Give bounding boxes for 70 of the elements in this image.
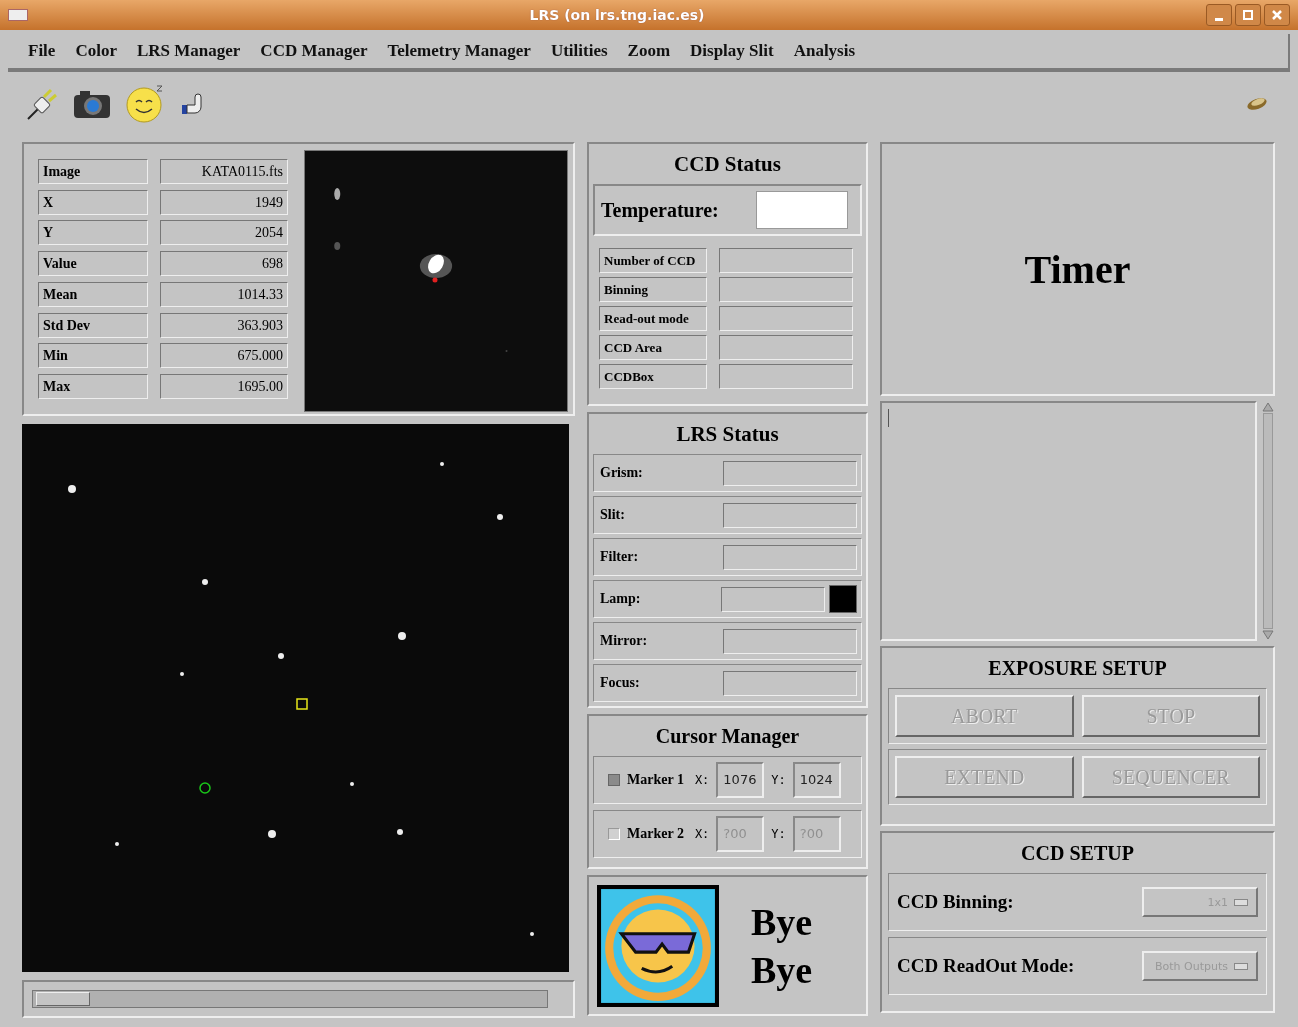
status-label: Lamp:: [600, 591, 642, 607]
menu-item[interactable]: Display Slit: [690, 41, 774, 61]
window-menu-icon[interactable]: [8, 9, 28, 21]
menu-item[interactable]: Analysis: [793, 41, 856, 61]
status-label: CCD Area: [599, 335, 707, 360]
temperature-label: Temperature:: [601, 198, 719, 222]
coordinate-label: Y:: [771, 827, 786, 841]
info-value: 2054: [160, 220, 288, 246]
status-label: Mirror:: [600, 633, 649, 649]
status-label: Read-out mode: [599, 306, 707, 331]
coordinate-label: Y:: [771, 773, 786, 787]
info-value: 363.903: [160, 312, 288, 338]
setup-label: CCD ReadOut Mode:: [897, 955, 1075, 977]
horizontal-scrollbar[interactable]: [22, 980, 575, 1018]
panel-title: CCD SETUP: [1020, 841, 1135, 866]
info-value: 1014.33: [160, 281, 288, 307]
panel-title: Cursor Manager: [654, 724, 801, 750]
menu-item[interactable]: Utilities: [550, 41, 608, 61]
status-label: Focus:: [600, 675, 641, 691]
window-title: LRS (on lrs.tng.iac.es): [528, 7, 706, 23]
menu-item[interactable]: Telemetry Manager: [387, 41, 531, 61]
menu-item[interactable]: LRS Manager: [136, 41, 241, 61]
minimize-icon: [1215, 17, 1223, 21]
camera-icon[interactable]: [72, 88, 112, 120]
menu-item[interactable]: Zoom: [627, 41, 671, 61]
marker-label: Marker 2: [627, 826, 684, 842]
status-label: Number of CCD: [599, 248, 707, 273]
farewell-text: Bye: [751, 899, 813, 945]
info-label: Image: [38, 158, 148, 184]
marker-circle-icon: [199, 782, 211, 794]
panel-title: LRS Status: [675, 421, 780, 448]
menu-item[interactable]: File: [28, 41, 56, 61]
marker-label: Marker 1: [627, 772, 684, 788]
info-label: Min: [38, 343, 148, 369]
info-value: 698: [160, 251, 288, 277]
status-label: CCDBox: [599, 364, 707, 389]
info-label: Std Dev: [38, 312, 148, 338]
panel-title: CCD Status: [673, 151, 782, 178]
panel-title: EXPOSURE SETUP: [987, 656, 1168, 681]
menu-item[interactable]: CCD Manager: [260, 41, 368, 61]
setup-label: CCD Binning:: [897, 891, 1014, 913]
info-label: X: [38, 189, 148, 215]
info-label: Max: [38, 374, 148, 400]
info-label: Mean: [38, 281, 148, 307]
coordinate-label: X:: [694, 773, 710, 787]
coordinate-field[interactable]: 1024: [792, 762, 841, 798]
info-label: Value: [38, 251, 148, 277]
maximize-button[interactable]: [1235, 4, 1261, 26]
status-label: Slit:: [600, 507, 626, 523]
info-value: 1695.00: [160, 374, 288, 400]
info-value: 1949: [160, 189, 288, 215]
info-value: 675.000: [160, 343, 288, 369]
disc-icon[interactable]: [1246, 97, 1268, 111]
info-label: Y: [38, 220, 148, 246]
coordinate-label: X:: [694, 827, 710, 841]
farewell-text: Bye: [751, 947, 813, 993]
info-value: KATA0115.fts: [160, 158, 288, 184]
marker-checkbox[interactable]: [608, 774, 620, 786]
menu-item[interactable]: Color: [75, 41, 117, 61]
minimize-button[interactable]: [1206, 4, 1232, 26]
marker-square-icon: [296, 698, 308, 710]
close-icon: [1271, 9, 1283, 21]
vertical-scrollbar[interactable]: [1261, 401, 1275, 641]
coordinate-field[interactable]: 1076: [716, 762, 765, 798]
status-label: Filter:: [600, 549, 640, 565]
close-button[interactable]: [1264, 4, 1290, 26]
timer-title: Timer: [1024, 245, 1131, 293]
status-label: Grism:: [600, 465, 644, 481]
status-label: Binning: [599, 277, 707, 302]
maximize-icon: [1242, 9, 1254, 21]
